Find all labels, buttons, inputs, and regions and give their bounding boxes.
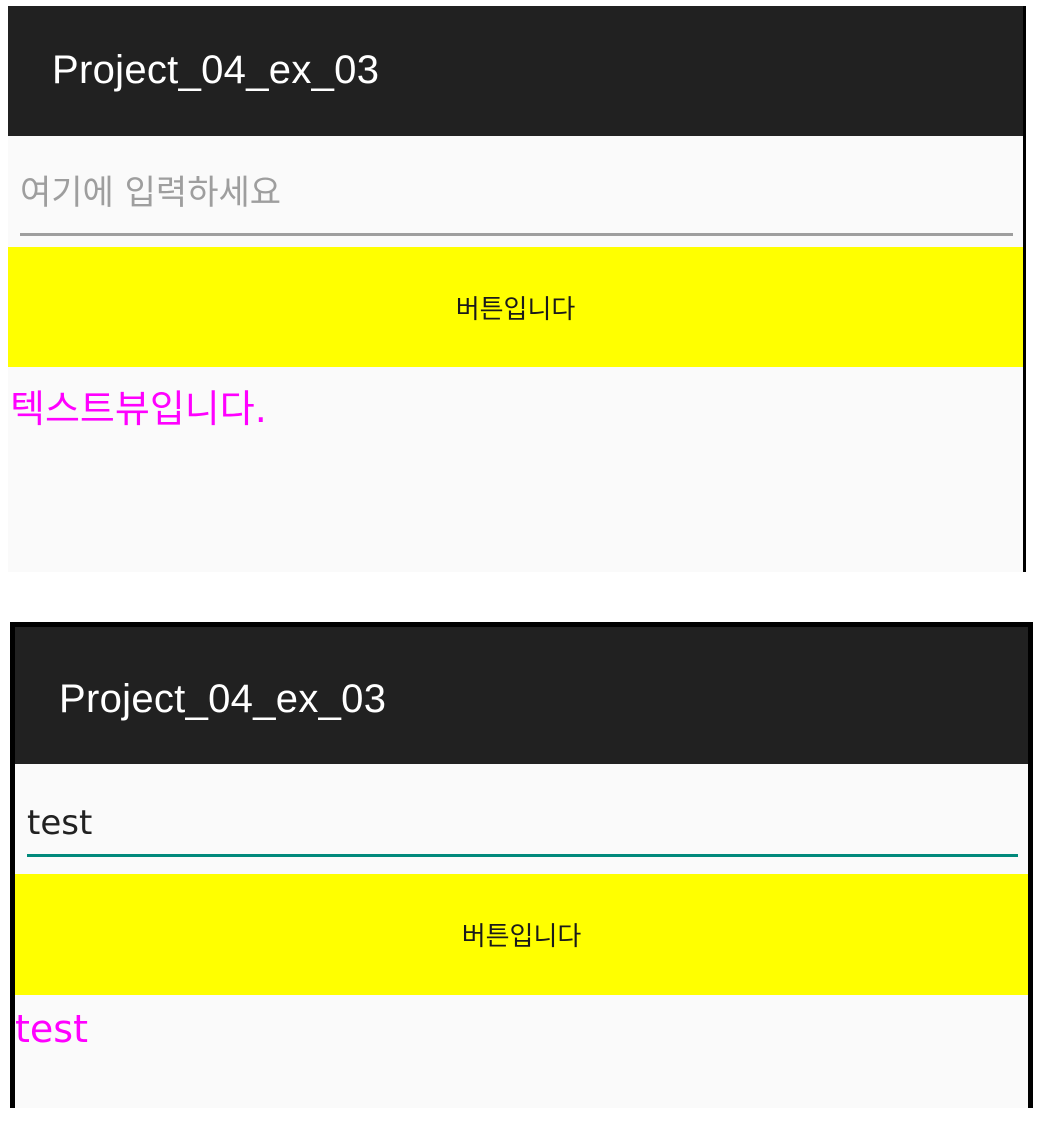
text-view: 텍스트뷰입니다. xyxy=(10,387,267,431)
edit-text-field[interactable]: 여기에 입력하세요 xyxy=(20,161,1013,236)
main-button[interactable]: 버튼입니다 xyxy=(15,874,1028,995)
edit-text-field[interactable]: test xyxy=(27,799,1018,857)
text-view: test xyxy=(15,1007,88,1051)
screenshot-after-input: Project_04_ex_03 test 버튼입니다 test xyxy=(10,622,1033,1108)
edit-text-value: test xyxy=(27,803,93,843)
app-title: Project_04_ex_03 xyxy=(52,48,380,92)
edit-text-placeholder: 여기에 입력하세요 xyxy=(20,173,282,213)
app-title: Project_04_ex_03 xyxy=(59,677,387,721)
main-button[interactable]: 버튼입니다 xyxy=(8,247,1023,367)
screenshot-before-input: Project_04_ex_03 여기에 입력하세요 버튼입니다 텍스트뷰입니다… xyxy=(8,6,1026,572)
app-bar: Project_04_ex_03 xyxy=(8,6,1023,136)
app-bar: Project_04_ex_03 xyxy=(15,627,1028,764)
